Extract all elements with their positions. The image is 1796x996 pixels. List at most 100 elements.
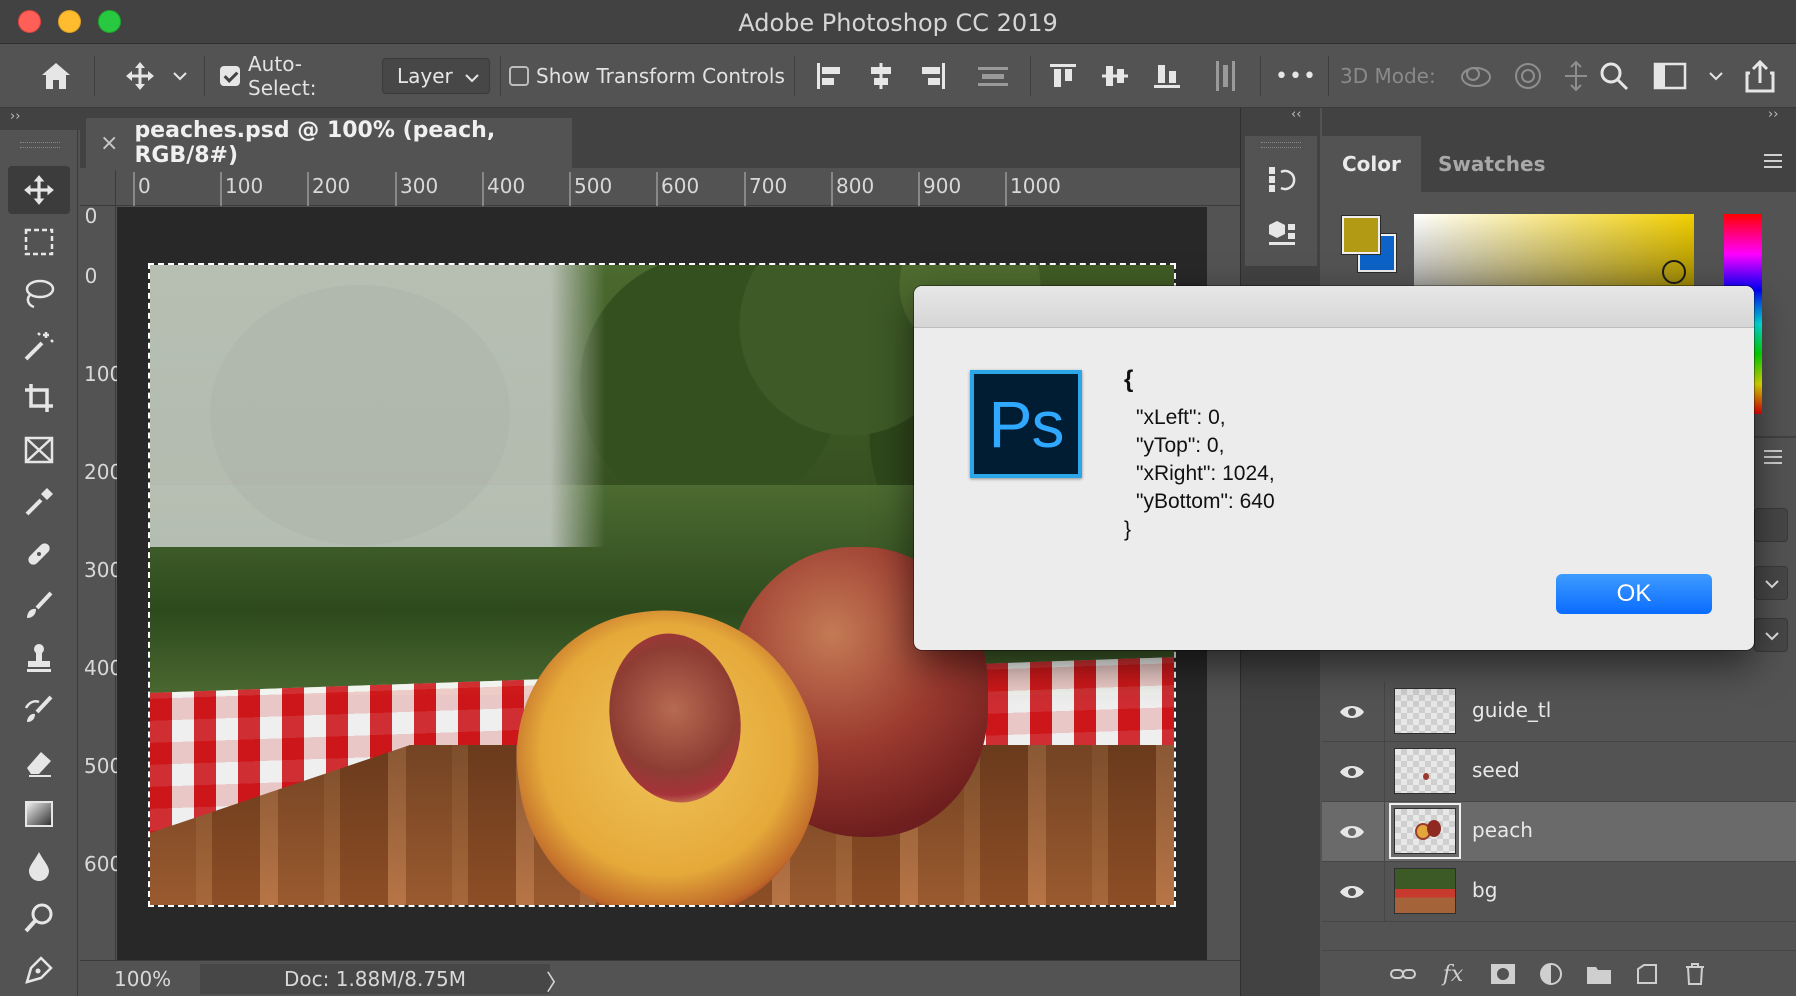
history-panel-button[interactable] [1265, 162, 1299, 196]
status-menu-arrow-icon[interactable]: 〉 [546, 965, 568, 996]
layer-filter-toggle[interactable] [1754, 508, 1788, 542]
ok-button[interactable]: OK [1556, 574, 1712, 614]
document-tab[interactable]: × peaches.psd @ 100% (peach, RGB/8#) [86, 118, 572, 168]
distribute-horizontal-button[interactable] [1208, 44, 1242, 108]
blend-mode-dropdown[interactable] [1754, 566, 1788, 600]
dodge-tool[interactable] [8, 894, 70, 942]
foreground-color-swatch[interactable] [1342, 216, 1380, 254]
ruler-label: 500 [84, 754, 123, 778]
auto-select-checkbox[interactable] [218, 44, 242, 108]
marquee-tool[interactable] [8, 218, 70, 266]
preset-dropdown[interactable] [168, 44, 192, 108]
3d-orbit-button[interactable] [1456, 44, 1496, 108]
adjustment-layer-button[interactable] [1536, 959, 1566, 989]
clone-stamp-tool[interactable] [8, 634, 70, 682]
3d-mode-label: 3D Mode: [1340, 64, 1436, 88]
vertical-ruler[interactable]: 0 0 100 200 300 400 500 600 [80, 206, 123, 960]
3d-panel-button[interactable] [1265, 216, 1299, 250]
visibility-toggle[interactable] [1338, 819, 1366, 845]
share-button[interactable] [1738, 44, 1782, 108]
align-horizontal-centers-button[interactable] [864, 44, 898, 108]
align-left-edges-button[interactable] [812, 44, 846, 108]
tools-collapse-bar[interactable]: ›› [0, 108, 80, 130]
healing-brush-tool[interactable] [8, 530, 70, 578]
link-layers-button[interactable] [1388, 959, 1418, 989]
seed-thumbnail-mark [1423, 773, 1429, 780]
magic-wand-tool[interactable] [8, 322, 70, 370]
zoom-level[interactable]: 100% [114, 967, 171, 991]
distribute-vertical-button[interactable] [974, 44, 1012, 108]
visibility-toggle[interactable] [1338, 759, 1366, 785]
frame-icon [24, 436, 54, 464]
tab-color[interactable]: Color [1322, 136, 1421, 192]
collapse-icon[interactable]: ›› [1768, 107, 1778, 122]
more-options-button[interactable]: ••• [1275, 44, 1316, 108]
layer-row-selected[interactable]: peach [1322, 802, 1796, 862]
crop-icon [25, 384, 53, 412]
crop-tool[interactable] [8, 374, 70, 422]
chevron-down-icon [1765, 632, 1779, 641]
dialog-titlebar[interactable] [914, 286, 1754, 328]
gradient-tool[interactable] [8, 790, 70, 838]
panel-grip[interactable] [1261, 142, 1301, 148]
3d-pan-button[interactable] [1556, 44, 1596, 108]
collapse-icon[interactable]: ‹‹ [1291, 107, 1301, 122]
color-picker-marker[interactable] [1662, 260, 1686, 284]
align-center-icon [871, 63, 891, 89]
eyedropper-icon [25, 488, 53, 516]
show-transform-checkbox[interactable] [508, 44, 530, 108]
layer-row[interactable]: seed [1322, 742, 1796, 802]
bandage-icon [28, 543, 50, 565]
3d-roll-icon [1515, 63, 1541, 89]
workspace-switcher-button[interactable] [1640, 44, 1700, 108]
tab-swatches[interactable]: Swatches [1418, 136, 1566, 192]
panel-menu-button[interactable] [1762, 152, 1784, 174]
lasso-tool[interactable] [8, 270, 70, 318]
move-tool[interactable] [8, 166, 70, 214]
eyedropper-tool[interactable] [8, 478, 70, 526]
document-tab-bar: × peaches.psd @ 100% (peach, RGB/8#) [80, 108, 1240, 168]
align-vertical-centers-button[interactable] [1098, 44, 1132, 108]
visibility-toggle[interactable] [1338, 699, 1366, 725]
eraser-icon [27, 752, 51, 777]
blur-tool[interactable] [8, 842, 70, 890]
layers-menu-button[interactable] [1762, 448, 1784, 470]
trash-icon [1686, 963, 1704, 985]
layer-effects-button[interactable]: fx [1438, 959, 1468, 989]
frame-tool[interactable] [8, 426, 70, 474]
separator [1328, 56, 1329, 96]
align-right-edges-button[interactable] [916, 44, 950, 108]
separator [1030, 56, 1031, 96]
panel-grip[interactable] [20, 142, 60, 148]
layer-name: seed [1472, 758, 1520, 782]
dialog-message: { "xLeft": 0, "yTop": 0, "xRight": 1024,… [1124, 366, 1275, 544]
layer-row[interactable]: guide_tl [1322, 682, 1796, 742]
pen-tool[interactable] [8, 946, 70, 994]
close-tab-icon[interactable]: × [100, 131, 118, 156]
mini-panel-group [1245, 136, 1317, 266]
auto-select-target-select[interactable]: Layer [382, 58, 490, 94]
brush-tool[interactable] [8, 582, 70, 630]
move-tool-preset-button[interactable] [118, 44, 162, 108]
align-top-edges-button[interactable] [1046, 44, 1080, 108]
visibility-toggle[interactable] [1338, 879, 1366, 905]
workspace-dropdown[interactable] [1704, 44, 1728, 108]
add-mask-button[interactable] [1488, 959, 1518, 989]
horizontal-ruler[interactable]: 0 100 200 300 400 500 600 700 800 900 10… [116, 170, 1240, 206]
move-icon [24, 175, 54, 205]
home-button[interactable] [30, 44, 82, 108]
divider [1384, 742, 1385, 802]
3d-roll-button[interactable] [1508, 44, 1548, 108]
history-brush-tool[interactable] [8, 686, 70, 734]
eraser-tool[interactable] [8, 738, 70, 786]
ruler-origin[interactable] [80, 170, 116, 206]
new-group-button[interactable] [1584, 959, 1614, 989]
delete-layer-button[interactable] [1680, 959, 1710, 989]
align-bottom-edges-button[interactable] [1150, 44, 1184, 108]
opacity-dropdown[interactable] [1754, 618, 1788, 652]
layer-row[interactable]: bg [1322, 862, 1796, 922]
ruler-label: 300 [400, 174, 439, 198]
new-layer-button[interactable] [1632, 959, 1662, 989]
eye-icon [1340, 766, 1364, 778]
zoom-search-button[interactable] [1594, 44, 1634, 108]
